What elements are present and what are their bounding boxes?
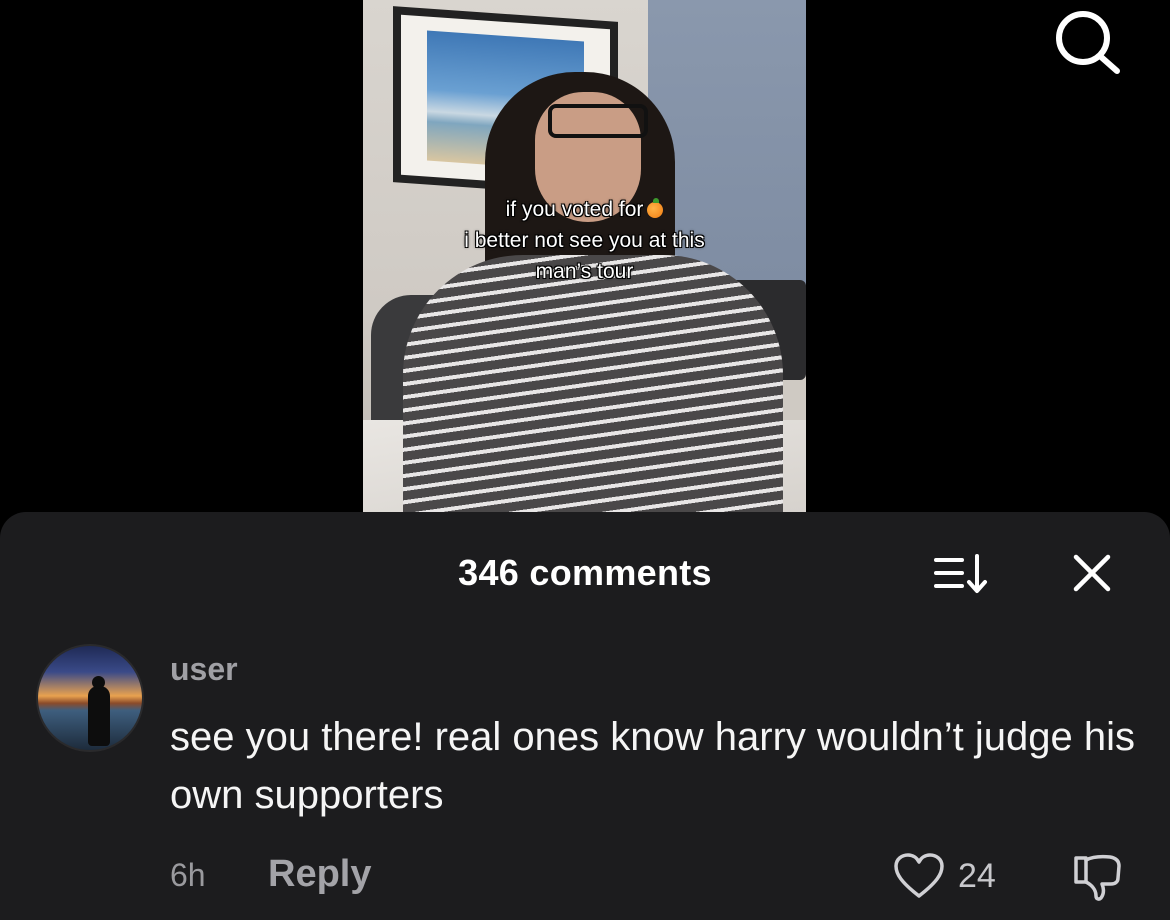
- caption-line-2: i better not see you at this: [464, 229, 705, 252]
- close-icon[interactable]: [1069, 550, 1115, 596]
- sort-icon[interactable]: [932, 550, 990, 596]
- caption-line-1: if you voted for: [505, 198, 644, 221]
- video-caption: if you voted for i better not see you at…: [363, 194, 806, 287]
- person-striped-sweater: [403, 255, 783, 512]
- orange-emoji-icon: [647, 198, 664, 218]
- thumbs-down-icon[interactable]: [1072, 852, 1124, 902]
- comments-count-title: 346 comments: [458, 552, 712, 593]
- comment-username[interactable]: user: [170, 651, 238, 688]
- reply-button[interactable]: Reply: [268, 853, 371, 896]
- glasses: [548, 104, 648, 138]
- search-icon[interactable]: [1050, 8, 1122, 74]
- video-player[interactable]: if you voted for i better not see you at…: [363, 0, 806, 512]
- caption-line-3: man’s tour: [535, 260, 634, 283]
- comment-timestamp: 6h: [170, 857, 206, 893]
- heart-icon[interactable]: [893, 852, 945, 900]
- like-count: 24: [958, 857, 996, 895]
- comment-text: see you there! real ones know harry woul…: [170, 715, 1135, 817]
- avatar[interactable]: [36, 644, 144, 752]
